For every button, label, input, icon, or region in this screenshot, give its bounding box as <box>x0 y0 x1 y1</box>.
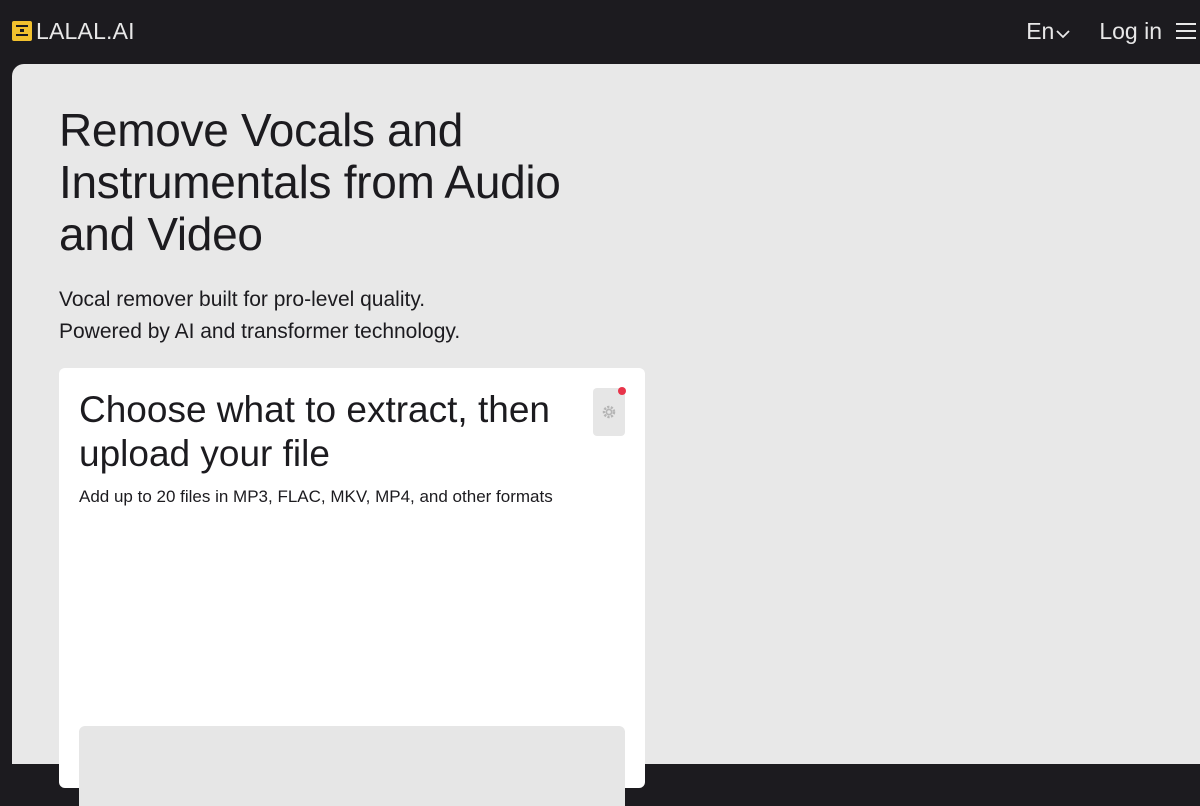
notification-dot <box>618 387 626 395</box>
upload-card-title: Choose what to extract, then upload your… <box>79 389 550 474</box>
settings-button[interactable] <box>593 387 626 436</box>
login-link[interactable]: Log in <box>1099 18 1162 45</box>
page-title: Remove Vocals and Instrumentals from Aud… <box>59 104 561 260</box>
language-label: En <box>1026 17 1055 44</box>
chevron-down-icon <box>1056 30 1070 39</box>
logo-text: LALAL.AI <box>36 18 135 44</box>
subtitle-line-2: Powered by AI and transformer technology… <box>59 320 461 343</box>
upload-card-description: Add up to 20 files in MP3, FLAC, MKV, MP… <box>79 487 553 506</box>
language-selector[interactable]: En <box>1026 18 1071 45</box>
page-subtitle: Vocal remover built for pro-level qualit… <box>59 284 659 348</box>
upload-dropzone[interactable] <box>79 726 625 806</box>
main-content-panel: Remove Vocals and Instrumentals from Aud… <box>12 64 1200 806</box>
header-actions: En Log in <box>1026 14 1200 48</box>
top-navigation-bar: LALAL.AI En Log in <box>0 0 1200 64</box>
logo-link[interactable]: LALAL.AI <box>12 18 135 44</box>
logo-icon <box>12 21 32 41</box>
subtitle-line-1: Vocal remover built for pro-level qualit… <box>59 288 426 311</box>
hamburger-menu-icon[interactable] <box>1174 19 1200 43</box>
upload-card: Choose what to extract, then upload your… <box>59 368 645 806</box>
gear-icon <box>602 405 616 419</box>
